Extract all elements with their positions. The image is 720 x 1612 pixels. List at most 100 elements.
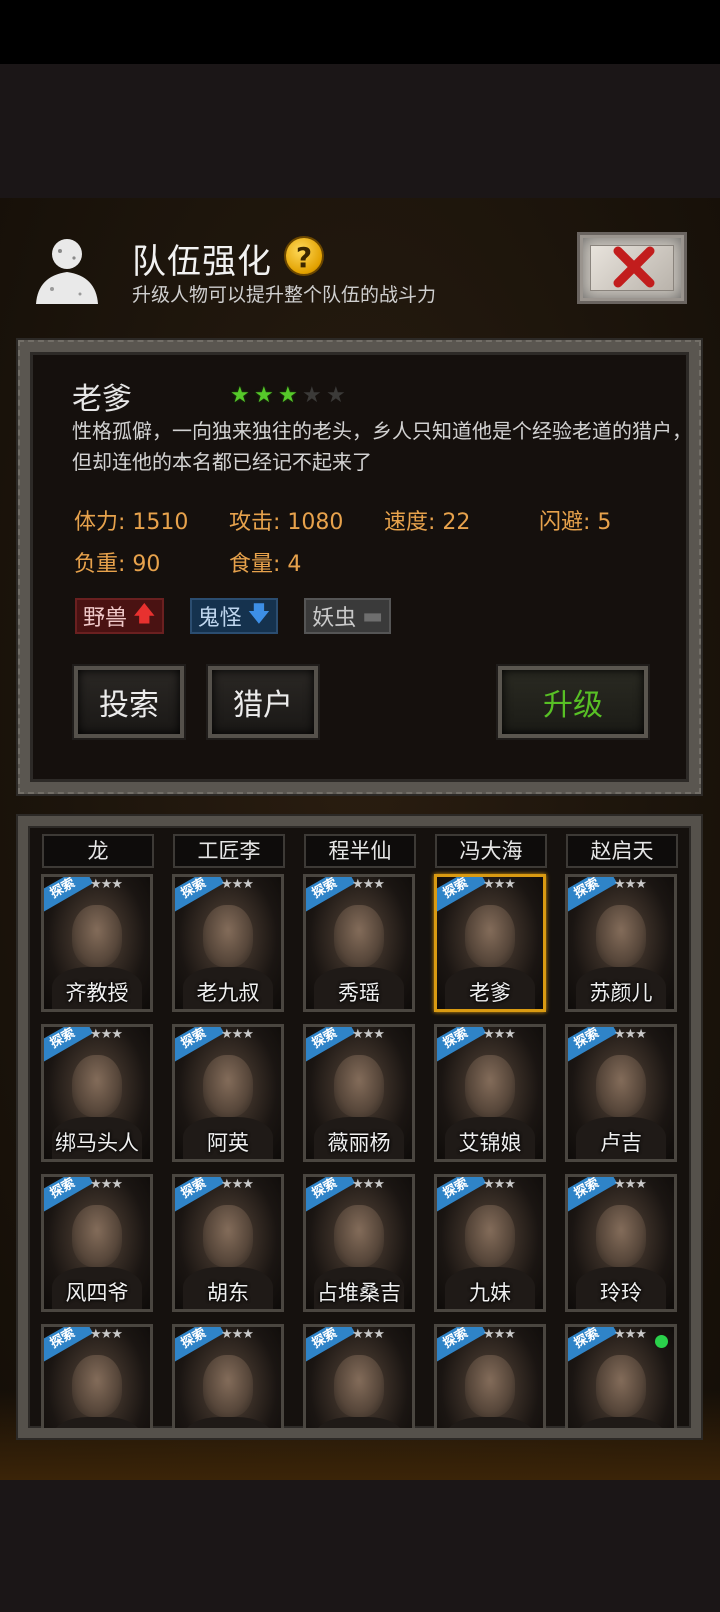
card-stars: ★★★ xyxy=(483,877,516,892)
character-card-name: 老爹 xyxy=(469,981,511,1005)
character-card[interactable]: 探索 ★★★ 九妹 xyxy=(434,1174,546,1312)
card-stars: ★★★ xyxy=(483,1177,516,1192)
portrait-face xyxy=(465,1355,515,1417)
explore-button[interactable]: 投索 xyxy=(74,666,184,738)
portrait-face xyxy=(334,1055,384,1117)
stat-attack: 攻击: 1080 xyxy=(229,510,344,535)
portrait-face xyxy=(203,1205,253,1267)
roster-name-cell[interactable]: 程半仙 xyxy=(304,834,416,868)
tag-ghost-label: 鬼怪 xyxy=(197,606,242,631)
portrait-body xyxy=(445,1417,535,1428)
card-stars: ★★★ xyxy=(352,1327,385,1342)
stat-load: 负重: 90 xyxy=(74,552,161,577)
card-stars: ★★★ xyxy=(614,877,647,892)
card-stars: ★★★ xyxy=(221,1327,254,1342)
star-icon-empty: ★ xyxy=(326,383,346,408)
close-icon xyxy=(613,246,655,288)
character-card[interactable]: 探索 ★★★ 艾锦娘 xyxy=(434,1024,546,1162)
portrait-body xyxy=(314,1417,404,1428)
card-stars: ★★★ xyxy=(352,877,385,892)
neutral-icon: ▬ xyxy=(362,603,384,629)
character-description: 性格孤僻，一向独来独往的老头，乡人只知道他是个经验老道的猎户，但却连他的本名都已… xyxy=(72,419,692,474)
portrait-face xyxy=(596,1055,646,1117)
portrait-face xyxy=(596,1355,646,1417)
card-stars: ★★★ xyxy=(614,1027,647,1042)
portrait-face xyxy=(72,1205,122,1267)
portrait-face xyxy=(72,1355,122,1417)
arrow-up-icon: 🡅 xyxy=(133,602,156,627)
roster-name-cell[interactable]: 龙 xyxy=(42,834,154,868)
hunter-button[interactable]: 猎户 xyxy=(208,666,318,738)
character-card[interactable]: 探索 ★★★ xyxy=(303,1324,415,1428)
star-icon-filled: ★ xyxy=(230,383,250,408)
stat-food: 食量: 4 xyxy=(229,552,302,577)
character-stars: ★ ★ ★ ★ ★ xyxy=(230,385,348,407)
card-stars: ★★★ xyxy=(352,1177,385,1192)
character-card[interactable]: 探索 ★★★ 胡东 xyxy=(172,1174,284,1312)
status-dot xyxy=(655,1335,668,1348)
tag-beast-label: 野兽 xyxy=(83,606,128,631)
card-stars: ★★★ xyxy=(90,877,123,892)
portrait-face xyxy=(334,1355,384,1417)
character-card[interactable]: 探索 ★★★ 老九叔 xyxy=(172,874,284,1012)
character-card[interactable]: 探索 ★★★ 卢吉 xyxy=(565,1024,677,1162)
help-icon[interactable]: ? xyxy=(284,236,324,276)
character-card-name: 秀瑶 xyxy=(338,981,380,1005)
character-card-name: 齐教授 xyxy=(65,981,129,1005)
portrait-face xyxy=(203,1055,253,1117)
upgrade-button[interactable]: 升级 xyxy=(498,666,648,738)
character-card[interactable]: 探索 ★★★ 玲玲 xyxy=(565,1174,677,1312)
character-card[interactable]: 探索 ★★★ 老爹 xyxy=(434,874,546,1012)
card-stars: ★★★ xyxy=(90,1177,123,1192)
star-icon-filled: ★ xyxy=(278,383,298,408)
character-card-name: 风四爷 xyxy=(65,1281,129,1305)
page-title: 队伍强化 xyxy=(132,242,272,282)
star-icon-empty: ★ xyxy=(302,383,322,408)
character-card[interactable]: 探索 ★★★ xyxy=(172,1324,284,1428)
character-card[interactable]: 探索 ★★★ xyxy=(565,1324,677,1428)
roster-name-cell[interactable]: 赵启天 xyxy=(566,834,678,868)
roster-name-cell[interactable]: 工匠李 xyxy=(173,834,285,868)
portrait-face xyxy=(203,1355,253,1417)
character-detail-panel: 老爹 ★ ★ ★ ★ ★ 性格孤僻，一向独来独往的老头，乡人只知道他是个经验老道… xyxy=(18,340,701,794)
character-card-name: 玲玲 xyxy=(600,1281,642,1305)
tag-beast: 野兽 🡅 xyxy=(75,598,164,634)
portrait-face xyxy=(596,1205,646,1267)
character-card[interactable]: 探索 ★★★ xyxy=(434,1324,546,1428)
stat-stamina: 体力: 1510 xyxy=(74,510,189,535)
card-stars: ★★★ xyxy=(221,1177,254,1192)
portrait-body xyxy=(576,1417,666,1428)
character-card[interactable]: 探索 ★★★ 薇丽杨 xyxy=(303,1024,415,1162)
roster-name-row: 龙工匠李 程半仙 冯大海 赵启天 xyxy=(42,834,682,868)
person-silhouette-icon xyxy=(36,239,98,304)
card-stars: ★★★ xyxy=(90,1027,123,1042)
card-stars: ★★★ xyxy=(352,1027,385,1042)
portrait-face xyxy=(203,905,253,967)
card-stars: ★★★ xyxy=(221,877,254,892)
character-card[interactable]: 探索 ★★★ 齐教授 xyxy=(41,874,153,1012)
character-card[interactable]: 探索 ★★★ 苏颜儿 xyxy=(565,874,677,1012)
roster-name-cell[interactable]: 冯大海 xyxy=(435,834,547,868)
close-button[interactable] xyxy=(577,232,687,304)
card-stars: ★★★ xyxy=(90,1327,123,1342)
character-roster: 龙工匠李 程半仙 冯大海 赵启天 探索 ★★★ 齐教授 探索 ★★★ 老九叔 探索 ★★★ 秀瑶 探索 ★… xyxy=(18,816,701,1438)
portrait-face xyxy=(334,1205,384,1267)
character-card[interactable]: 探索 ★★★ 秀瑶 xyxy=(303,874,415,1012)
tag-ghost: 鬼怪 🡇 xyxy=(189,598,279,634)
character-card[interactable]: 探索 ★★★ 占堆桑吉 xyxy=(303,1174,415,1312)
portrait-face xyxy=(465,1205,515,1267)
stat-dodge: 闪避: 5 xyxy=(539,510,612,535)
character-card-name: 胡东 xyxy=(207,1281,249,1305)
character-name: 老爹 xyxy=(72,382,132,417)
top-band xyxy=(0,64,720,198)
character-card-name: 占堆桑吉 xyxy=(317,1281,401,1305)
portrait-face xyxy=(465,905,515,967)
card-stars: ★★★ xyxy=(483,1327,516,1342)
character-card[interactable]: 探索 ★★★ 风四爷 xyxy=(41,1174,153,1312)
character-card-name: 艾锦娘 xyxy=(458,1131,522,1155)
portrait-body xyxy=(52,1417,142,1428)
star-icon-filled: ★ xyxy=(254,383,274,408)
character-card[interactable]: 探索 ★★★ 绑马头人 xyxy=(41,1024,153,1162)
character-card[interactable]: 探索 ★★★ 阿英 xyxy=(172,1024,284,1162)
character-card[interactable]: 探索 ★★★ xyxy=(41,1324,153,1428)
